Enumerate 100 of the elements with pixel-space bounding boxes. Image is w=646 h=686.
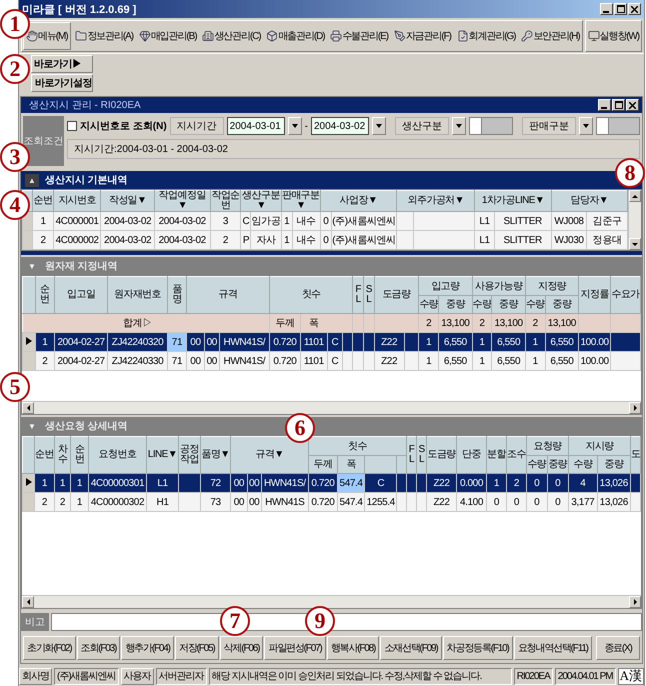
function-button[interactable]: 조회(F03) [76,636,120,660]
maximize-button[interactable] [614,3,627,15]
minimize-button[interactable] [598,99,611,111]
column-header[interactable]: 수량 [419,296,438,312]
scrollbar[interactable] [22,595,641,608]
table-row[interactable]: 1 1 1 4C00000301 L1 72 00 00 HWN41S/ 0.720 547.4 C Z22 0.000 1 2 0 0 4 13,026 [22,474,640,492]
column-header[interactable]: 도 [630,436,640,474]
row-header[interactable] [22,474,34,492]
column-header[interactable]: 분할 [486,436,506,474]
column-header[interactable]: 수량 [472,296,492,312]
column-header[interactable]: 중량 [544,296,578,312]
dropdown-button[interactable] [452,117,466,135]
minimize-button[interactable] [600,3,613,15]
column-header[interactable]: 품명▼ [200,436,230,474]
column-header[interactable]: 중량 [596,456,630,472]
function-button[interactable]: 초기화(F02) [23,636,76,660]
column-header[interactable]: 조수 [506,436,526,474]
close-window-button[interactable]: 종료(X) [596,636,640,660]
dropdown-button[interactable] [372,117,386,135]
window-button[interactable]: 실행창(W) [584,20,642,52]
column-header[interactable]: 작업순번 [210,190,241,212]
column-header[interactable]: 차수 [54,436,70,474]
column-header[interactable]: 지정량 [538,279,566,293]
function-button[interactable]: 저장(F05) [174,636,219,660]
function-button[interactable]: 행추가(F04) [121,636,174,660]
column-header[interactable]: 수량 [527,456,547,472]
column-header[interactable]: 요청번호 [88,436,146,474]
column-header[interactable]: 사업장▼ [320,190,397,212]
function-button[interactable]: 삭제(F06) [220,636,264,660]
column-header[interactable]: 수요가 [610,276,640,314]
column-header[interactable]: FL [406,436,416,474]
column-header[interactable]: 수량 [569,456,597,472]
column-header[interactable]: 지시번호 [53,190,101,212]
function-button[interactable]: 행복사(F08) [326,636,380,660]
column-header[interactable]: 품명 [167,276,187,314]
column-header[interactable]: 공정작업 [178,436,200,474]
column-header[interactable]: 두께 [309,456,337,472]
function-button[interactable]: 차공정등록(F10) [442,636,513,660]
dropdown-button[interactable] [579,117,593,135]
column-header[interactable]: 칫수 [270,276,353,314]
table-cell-text: 0 [322,234,330,248]
scrollbar[interactable] [22,401,641,414]
column-header[interactable]: 중량 [438,296,472,312]
column-header[interactable]: 도금량 [426,436,456,474]
column-header[interactable]: 수량 [526,296,545,312]
column-header[interactable]: 칫수 [348,439,367,453]
column-header[interactable]: 사용가능량 [475,279,522,293]
column-header[interactable]: SL [416,436,426,474]
function-button[interactable]: 파일편성(F07) [264,636,326,660]
column-header[interactable]: 지시량 [585,439,614,453]
column-header[interactable]: 입고일 [54,276,108,314]
column-header[interactable]: 생산구분▼ [240,190,282,212]
column-header[interactable]: 중량 [546,456,568,472]
input-mode-indicator[interactable]: A漢 [618,668,644,684]
shortcut-button[interactable]: 바로가기▶ [31,55,93,73]
column-header[interactable]: 외주가공처▼ [396,190,475,212]
maximize-button[interactable] [612,99,625,111]
column-header[interactable]: 원자재번호 [108,276,168,314]
table-row[interactable]: 2 2 1 4C00000302 H1 73 00 00 HWN41S 0.720 547.4 1255.4 Z22 4.100 0 0 0 0 3,177 13,026 [22,492,640,512]
table-row[interactable]: 1 4C000001 2004-03-02 2004-03-02 3 C 임가공 1 내수 0 (주)새롬씨엔씨 L1 SLITTER WJ008 김준구 [22,212,628,230]
close-button[interactable] [628,3,641,15]
dropdown-button[interactable] [288,117,302,135]
function-button[interactable]: 소재선택(F09) [380,636,442,660]
column-header[interactable]: SL [363,276,374,314]
column-header[interactable]: 지정률 [578,276,611,314]
column-header[interactable]: 요청량 [533,439,562,453]
column-header[interactable]: 폭 [336,456,364,472]
table-row[interactable]: 2 4C000002 2004-03-02 2004-03-02 2 P 자사 1 내수 0 (주)새롬씨엔씨 L1 SLITTER WJ030 정용대 [22,230,628,250]
column-header[interactable]: 작업예정일▼ [154,190,210,212]
date-field[interactable]: 2004-03-01 [226,117,285,135]
collapse-button[interactable]: ▲ [25,174,39,186]
select-field[interactable] [596,117,640,135]
table-row[interactable]: 1 2004-02-27 ZJ42240320 71 00 00 HWN41S/ 0.720 1101 C Z22 1 6,550 1 6,550 1 6,550 100.00 [22,332,640,352]
select-field[interactable] [469,117,513,135]
function-button[interactable]: 요청내역선택(F11) [514,636,592,660]
search-by-number-checkbox[interactable]: 지시번호로 조회(N) [66,119,167,133]
column-header[interactable]: 도금량 [374,276,419,314]
shortcut-button[interactable]: 바로가기설정 [31,74,93,92]
column-header[interactable]: 규격▼ [230,436,308,474]
column-header[interactable]: 담당자▼ [551,190,628,212]
column-header[interactable]: 1차가공LINE▼ [474,190,552,212]
column-header[interactable]: 입고량 [431,279,460,293]
menu-button[interactable]: 메뉴(M) [23,22,70,50]
column-header[interactable]: 순번 [34,436,54,474]
column-header[interactable]: 작성일▼ [100,190,154,212]
column-header[interactable]: 단중 [456,436,486,474]
column-header[interactable]: 순번 [35,276,54,314]
column-header[interactable]: 순번 [32,190,54,212]
column-header[interactable]: 규격 [186,276,270,314]
close-button[interactable] [626,99,639,111]
scrollbar[interactable] [628,190,641,250]
table-row[interactable]: 2 2004-02-27 ZJ42240330 71 00 00 HWN41S/ 0.720 1101 C Z22 1 6,550 1 6,550 1 6,550 100.00 [22,352,640,370]
column-header[interactable]: FL [352,276,364,314]
column-header[interactable]: 순번 [70,436,88,474]
row-header[interactable] [22,332,36,352]
column-header[interactable]: 중량 [491,296,525,312]
memo-field[interactable] [51,613,642,631]
date-field[interactable]: 2004-03-02 [311,117,369,135]
column-header[interactable]: 판매구분▼ [281,190,320,212]
column-header[interactable]: LINE▼ [146,436,178,474]
